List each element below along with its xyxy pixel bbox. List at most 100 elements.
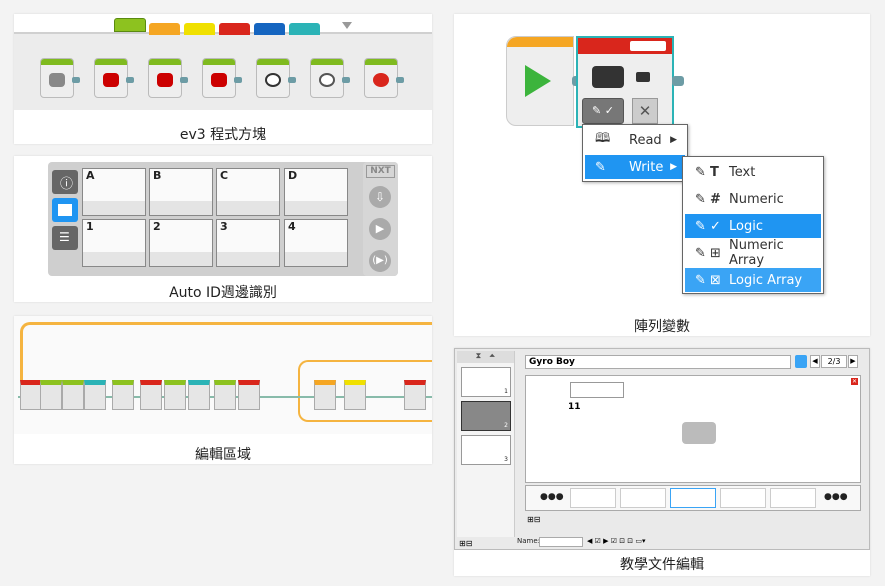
logic-array-icon: ✎ ⊠	[695, 272, 721, 288]
block-move-steering[interactable]	[148, 58, 188, 98]
caption-palette: ev3 程式方塊	[179, 127, 267, 143]
canvas-program-block[interactable]	[140, 380, 162, 410]
play-icon	[525, 65, 551, 97]
canvas-program-block[interactable]	[112, 380, 134, 410]
port-cell-3: 3	[216, 219, 280, 267]
canvas-program-block[interactable]	[238, 380, 260, 410]
variable-name-field[interactable]	[630, 41, 666, 51]
port-cell-2: 2	[149, 219, 213, 267]
palette-card: ev3 程式方塊	[14, 14, 432, 144]
run-selected-button[interactable]: (▶)	[369, 250, 391, 272]
start-block[interactable]	[506, 36, 574, 126]
block-move-tank[interactable]	[202, 58, 242, 98]
template-slot[interactable]	[620, 488, 666, 508]
mode-selector-button[interactable]: ✎ ✓	[582, 98, 624, 124]
canvas-program-block[interactable]	[404, 380, 426, 410]
menu-item-write[interactable]: ✎ Write ▶	[585, 155, 685, 179]
block-brick-status-light[interactable]	[364, 58, 404, 98]
info-icon: ⓘ	[60, 177, 74, 192]
palette-expand-arrow[interactable]	[342, 22, 352, 29]
submenu-arrow-icon: ▶	[670, 162, 677, 172]
download-button[interactable]: ⇩	[369, 186, 391, 208]
toolbar-buttons[interactable]: ◀ ☑ ▶ ☑ ⊡ ⊡ ▭▾	[587, 537, 667, 547]
write-submenu: ✎ T Text ✎ # Numeric ✎ ✓ Logic ✎ ⊞ Numeric A…	[682, 156, 824, 294]
name-label: Name:	[517, 537, 541, 545]
canvas-program-block[interactable]	[62, 380, 84, 410]
hash-icon: ✎ #	[695, 191, 721, 207]
caption-portview: Auto ID週邊識別	[169, 285, 277, 301]
submenu-item-logic[interactable]: ✎ ✓ Logic	[685, 214, 821, 238]
submenu-item-numeric-array[interactable]: ✎ ⊞ Numeric Array	[685, 238, 821, 268]
canvas-program-block[interactable]	[188, 380, 210, 410]
save-icon[interactable]	[795, 355, 807, 368]
prev-page-button[interactable]: ◀	[810, 355, 820, 368]
page-thumbnail[interactable]: 1	[461, 367, 511, 397]
add-remove-thumbnail-buttons[interactable]: ⊞⊟	[459, 539, 479, 549]
title-field[interactable]: Gyro Boy	[525, 355, 791, 369]
variable-block[interactable]: ✎ ✓ ✕	[576, 36, 674, 128]
block-display[interactable]	[256, 58, 296, 98]
mode-menu: 🕮 Read ▶ ✎ Write ▶	[582, 124, 688, 182]
array-card: ✎ ✓ ✕ 🕮 Read ▶ ✎ Write ▶ ✎ T Text ✎ # Numeric …	[454, 14, 870, 336]
canvas-program-block[interactable]	[344, 380, 366, 410]
close-icon[interactable]: ✕	[632, 98, 658, 124]
bottom-toolbar: Name: ◀ ☑ ▶ ☑ ⊡ ⊡ ▭▾	[517, 537, 867, 549]
variable-block-plug	[672, 76, 684, 86]
caption-array: 陣列變數	[634, 319, 690, 335]
block-medium-motor[interactable]	[40, 58, 80, 98]
template-slot-selected[interactable]	[670, 488, 716, 508]
page-thumbnail[interactable]: 3	[461, 435, 511, 465]
block-sound[interactable]	[310, 58, 350, 98]
port-cell-4: 4	[284, 219, 348, 267]
submenu-item-numeric[interactable]: ✎ # Numeric	[685, 187, 821, 211]
step-image-box[interactable]	[570, 382, 624, 398]
template-slot[interactable]	[720, 488, 766, 508]
small-briefcase-icon	[636, 72, 650, 82]
port-cell-D: D	[284, 168, 348, 216]
thumbnail-panel: ⧗ ⏶ 1 2 3 ⊞⊟	[457, 351, 515, 548]
port-view-tab-ports[interactable]	[52, 198, 78, 222]
template-scroll-left[interactable]: ●●●	[540, 492, 564, 502]
canvas-program-block[interactable]	[20, 380, 42, 410]
port-cell-1: 1	[82, 219, 146, 267]
briefcase-icon	[592, 66, 624, 88]
programming-canvas[interactable]	[14, 316, 432, 434]
page-thumbnail-selected[interactable]: 2	[461, 401, 511, 431]
list-icon: ☰	[59, 230, 70, 244]
palette-tab-myblocks[interactable]	[289, 23, 320, 35]
next-page-button[interactable]: ▶	[848, 355, 858, 368]
logic-check-icon: ✎ ✓	[695, 218, 721, 234]
menu-item-read[interactable]: 🕮 Read ▶	[585, 128, 685, 152]
submenu-item-text[interactable]: ✎ T Text	[685, 160, 821, 184]
canvas-program-block[interactable]	[84, 380, 106, 410]
port-view-tab-info[interactable]: ⓘ	[52, 170, 78, 194]
name-input[interactable]	[539, 537, 583, 547]
palette-tab-action[interactable]	[114, 18, 146, 32]
canvas-program-block[interactable]	[214, 380, 236, 410]
palette-tab-data[interactable]	[219, 23, 250, 35]
submenu-item-logic-array[interactable]: ✎ ⊠ Logic Array	[685, 268, 821, 292]
download-run-button[interactable]: ▶	[369, 218, 391, 240]
port-view-tab-list[interactable]: ☰	[52, 226, 78, 250]
close-page-icon[interactable]: ✕	[851, 378, 858, 385]
page-indicator: 2/3	[821, 355, 847, 368]
port-cell-A: A	[82, 168, 146, 216]
thumbnail-header: ⧗ ⏶	[457, 351, 514, 363]
palette-tab-advanced[interactable]	[254, 23, 285, 35]
block-large-motor[interactable]	[94, 58, 134, 98]
canvas-program-block[interactable]	[40, 380, 62, 410]
palette-tab-sensor[interactable]	[184, 23, 215, 35]
add-remove-template-buttons[interactable]: ⊞⊟	[527, 515, 547, 525]
canvas-program-block[interactable]	[164, 380, 186, 410]
text-T-icon: ✎ T	[695, 164, 719, 180]
template-slot[interactable]	[570, 488, 616, 508]
step-number: 11	[568, 402, 581, 412]
hardware-controls: NXT ⇩ ▶ (▶)	[363, 162, 398, 276]
template-slot[interactable]	[770, 488, 816, 508]
canvas-program-block[interactable]	[314, 380, 336, 410]
template-scroll-right[interactable]: ●●●	[824, 492, 848, 502]
palette-tab-flow[interactable]	[149, 23, 180, 35]
page-editing-area[interactable]: ✕ 11	[525, 375, 861, 483]
submenu-arrow-icon: ▶	[670, 135, 677, 145]
portview-card: ⓘ ☰ A B C D 1 2 3 4 NXT ⇩ ▶ (▶) Auto ID週…	[14, 156, 432, 302]
